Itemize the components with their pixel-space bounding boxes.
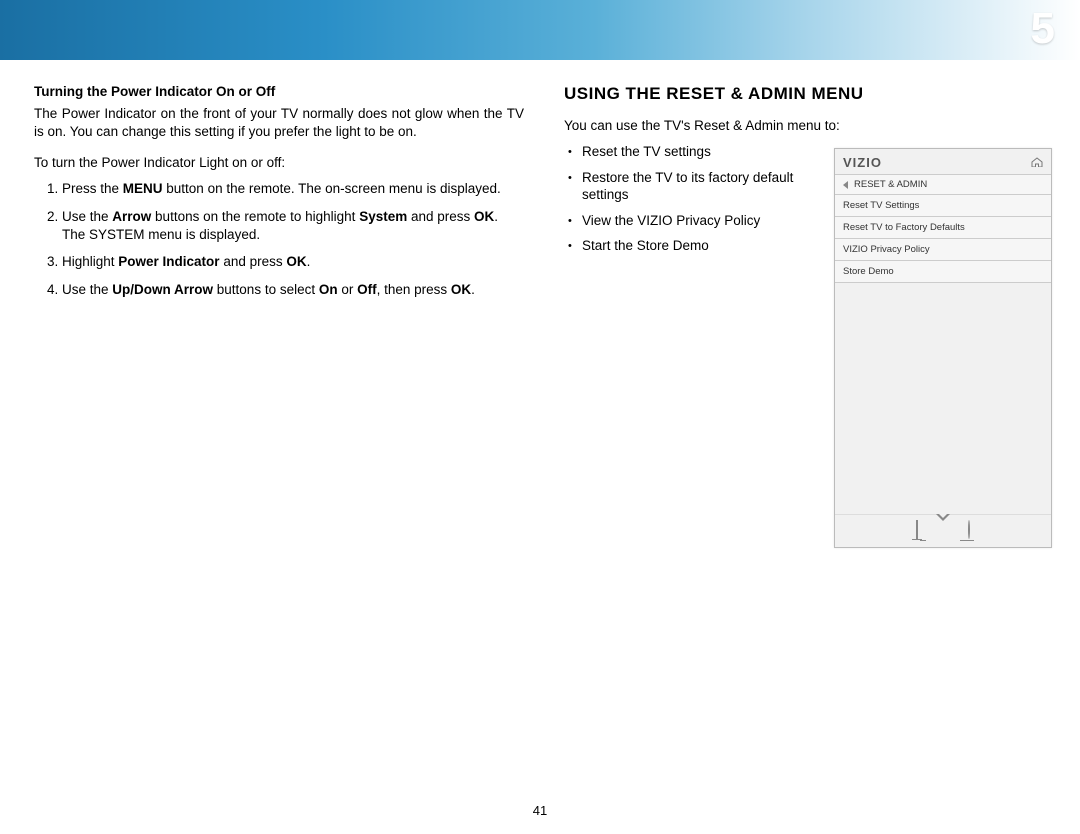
menu-brand: VIZIO bbox=[843, 155, 882, 170]
bullet-store-demo: Start the Store Demo bbox=[582, 237, 824, 255]
right-column: USING THE RESET & ADMIN MENU You can use… bbox=[564, 84, 1046, 308]
power-indicator-heading: Turning the Power Indicator On or Off bbox=[34, 84, 524, 99]
back-icon[interactable] bbox=[843, 181, 848, 189]
step-2: Use the Arrow buttons on the remote to h… bbox=[62, 208, 524, 243]
step-1: Press the MENU button on the remote. The… bbox=[62, 180, 524, 198]
menu-header: VIZIO bbox=[835, 149, 1051, 174]
menu-body: Reset TV Settings Reset TV to Factory De… bbox=[835, 195, 1051, 514]
bullet-factory-defaults: Restore the TV to its factory default se… bbox=[582, 169, 824, 204]
bullet-reset-settings: Reset the TV settings bbox=[582, 143, 824, 161]
bullet-privacy-policy: View the VIZIO Privacy Policy bbox=[582, 212, 824, 230]
chevron-down-icon[interactable] bbox=[936, 521, 950, 539]
settings-gear-icon[interactable] bbox=[968, 521, 970, 539]
home-icon[interactable] bbox=[1031, 155, 1043, 170]
reset-admin-bullets: Reset the TV settings Restore the TV to … bbox=[564, 143, 824, 255]
page-content: Turning the Power Indicator On or Off Th… bbox=[0, 60, 1080, 308]
left-column: Turning the Power Indicator On or Off Th… bbox=[34, 84, 524, 308]
reset-admin-intro: You can use the TV's Reset & Admin menu … bbox=[564, 118, 1046, 133]
step-3: Highlight Power Indicator and press OK. bbox=[62, 253, 524, 271]
reset-admin-title: USING THE RESET & ADMIN MENU bbox=[564, 84, 1046, 104]
tv-menu-panel: VIZIO RESET & ADMIN Reset TV Settings Re… bbox=[834, 148, 1052, 548]
menu-item-factory-defaults[interactable]: Reset TV to Factory Defaults bbox=[835, 217, 1051, 239]
power-indicator-description: The Power Indicator on the front of your… bbox=[34, 105, 524, 141]
page-number: 41 bbox=[533, 803, 547, 818]
power-indicator-instruction: To turn the Power Indicator Light on or … bbox=[34, 155, 524, 170]
menu-item-store-demo[interactable]: Store Demo bbox=[835, 261, 1051, 283]
chapter-number: 5 bbox=[1031, 4, 1055, 54]
power-indicator-steps: Press the MENU button on the remote. The… bbox=[34, 180, 524, 298]
step-4: Use the Up/Down Arrow buttons to select … bbox=[62, 281, 524, 299]
chapter-banner: 5 bbox=[0, 0, 1080, 60]
menu-item-privacy-policy[interactable]: VIZIO Privacy Policy bbox=[835, 239, 1051, 261]
breadcrumb-label: RESET & ADMIN bbox=[854, 179, 927, 190]
menu-item-reset-settings[interactable]: Reset TV Settings bbox=[835, 195, 1051, 217]
menu-breadcrumb[interactable]: RESET & ADMIN bbox=[835, 174, 1051, 195]
menu-footer bbox=[835, 514, 1051, 547]
wide-mode-icon[interactable] bbox=[916, 521, 918, 539]
